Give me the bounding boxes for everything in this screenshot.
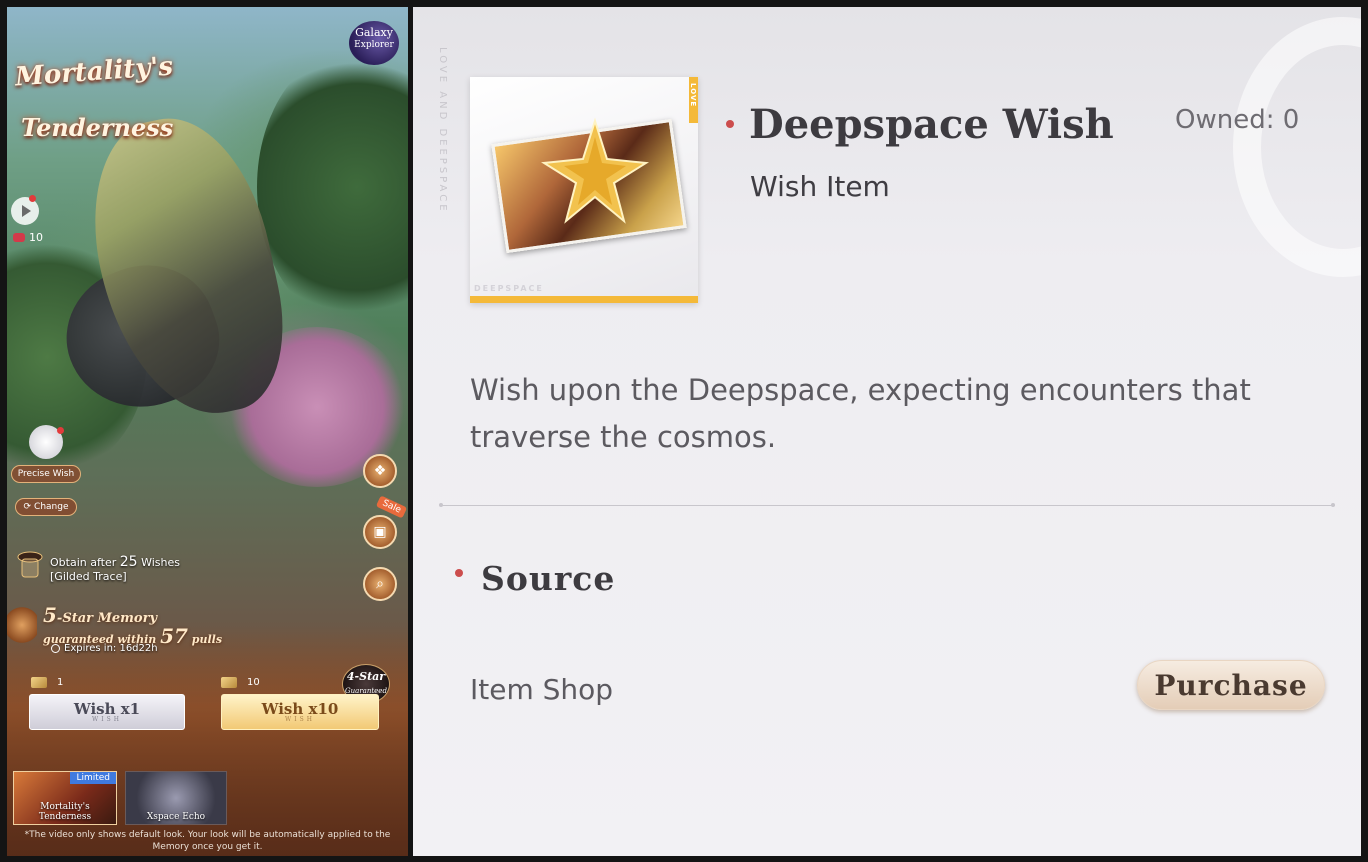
refresh-icon: ⟳ [23, 502, 32, 512]
bullet-dot [726, 120, 734, 128]
clock-icon [51, 644, 60, 653]
gem-icon [13, 233, 25, 242]
card-rarity-bar [470, 296, 698, 303]
four-star-label: 4-Star [346, 670, 386, 683]
wish10-cost: 10 [221, 677, 260, 688]
pulls-label: pulls [191, 633, 223, 646]
gilded-obtain-suffix: Wishes [141, 556, 180, 569]
bullet-dot [455, 569, 463, 577]
gold-star-icon [540, 117, 650, 224]
source-heading: Source [481, 559, 616, 598]
notification-dot [29, 195, 36, 202]
wish-x10-sub: WISH [285, 716, 315, 723]
wish-x10-button[interactable]: Wish x10 WISH [221, 694, 379, 730]
shop-button[interactable]: ▣ [363, 515, 397, 549]
limited-badge: Limited [70, 772, 116, 784]
card-side-stripe: LOVE [689, 77, 698, 123]
banner-tab-label: Xspace Echo [146, 812, 206, 822]
gilded-trace-label: [Gilded Trace] [50, 570, 127, 583]
gem-count: 10 [29, 231, 43, 244]
banner-artwork-tree [257, 47, 408, 327]
change-label: Change [34, 502, 69, 512]
galaxy-explorer-badge[interactable]: Galaxy Explorer [349, 21, 399, 65]
item-description: Wish upon the Deepspace, expecting encou… [470, 373, 1251, 454]
wish-banner-panel: Mortality's Tenderness Galaxy Explorer 1… [7, 7, 408, 856]
expires-timer: Expires in: 16d22h [51, 643, 158, 654]
gilded-trace-icon [17, 551, 43, 578]
divider-dot [1331, 503, 1335, 507]
gilded-count: 25 [119, 554, 138, 570]
item-icon-card: LOVE DEEPSPACE [470, 77, 698, 303]
wish1-cost: 1 [31, 677, 63, 688]
search-document-icon: ⌕ [376, 576, 384, 592]
wish10-cost-value: 10 [247, 677, 260, 688]
notification-dot [57, 427, 64, 434]
banner-tab-xspace-echo[interactable]: Xspace Echo [125, 771, 227, 825]
wish-ticket-icon [221, 677, 237, 688]
guaranteed-count: 57 [160, 624, 188, 648]
item-type: Wish Item [750, 170, 890, 203]
source-item-shop: Item Shop [470, 673, 614, 706]
shopping-bag-icon: ▣ [373, 524, 387, 540]
item-detail-panel: LOVE AND DEEPSPACE LOVE DEEPSPACE Deepsp… [413, 7, 1361, 856]
banner-tab-label: Mortality's Tenderness [38, 802, 92, 822]
play-video-button[interactable] [11, 197, 39, 225]
wish1-cost-value: 1 [57, 677, 64, 688]
wish-x1-button[interactable]: Wish x1 WISH [29, 694, 185, 730]
video-disclaimer: *The video only shows default look. Your… [24, 830, 391, 852]
precise-wish-label: Precise Wish [17, 469, 75, 479]
galaxy-label-line1: Galaxy [355, 26, 393, 39]
change-button[interactable]: ⟳ Change [15, 498, 77, 516]
expires-label: Expires in: 16d22h [64, 643, 158, 654]
item-name: Deepspace Wish [749, 101, 1114, 148]
card-bottom-label: DEEPSPACE [474, 284, 544, 293]
butterfly-icon [7, 605, 37, 645]
wish-ticket-icon [31, 677, 47, 688]
section-divider [441, 505, 1335, 506]
banner-title-line2: Tenderness [21, 113, 174, 142]
gilded-trace-info: Obtain after 25 Wishes [Gilded Trace] [50, 555, 180, 584]
banner-tab-mortalitys-tenderness[interactable]: Limited Mortality's Tenderness [13, 771, 117, 825]
gilded-obtain-prefix: Obtain after [50, 556, 117, 569]
gift-box-button[interactable]: ❖ [363, 454, 397, 488]
banner-title-line1: Mortality's [14, 51, 175, 93]
vertical-watermark: LOVE AND DEEPSPACE [437, 47, 448, 214]
gift-icon: ❖ [373, 463, 387, 479]
wish-x1-sub: WISH [92, 716, 122, 723]
owned-count: Owned: 0 [1175, 105, 1300, 135]
galaxy-label-line2: Explorer [354, 40, 394, 50]
gem-counter: 10 [13, 231, 43, 244]
details-button[interactable]: ⌕ [363, 567, 397, 601]
purchase-button[interactable]: Purchase [1137, 660, 1325, 710]
precise-wish-button[interactable]: Precise Wish [11, 465, 81, 483]
background-decoration [1233, 17, 1361, 277]
card-side-label: LOVE [689, 83, 697, 108]
